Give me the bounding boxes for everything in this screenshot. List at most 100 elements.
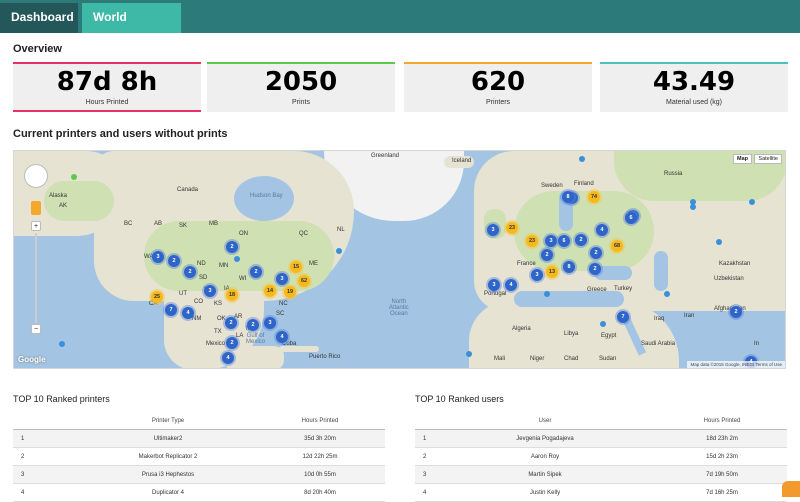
cluster-marker[interactable]: 2 xyxy=(730,306,742,318)
location-pin[interactable] xyxy=(579,156,585,164)
column-header-hours-printed: Hours Printed xyxy=(703,418,741,424)
map-label: Alaska xyxy=(49,193,68,199)
rank-cell: 4 xyxy=(423,490,427,496)
cluster-marker[interactable]: 14 xyxy=(264,285,276,297)
cluster-marker[interactable]: 2 xyxy=(168,255,180,267)
rank-cell: 2 xyxy=(21,454,25,460)
card-top-accent xyxy=(600,62,788,64)
location-pin[interactable] xyxy=(544,291,550,299)
rank-cell: 2 xyxy=(423,454,427,460)
world-map[interactable]: Greenland Iceland Canada Hudson Bay Alas… xyxy=(13,150,786,369)
terms-link[interactable]: Terms of Use xyxy=(755,362,782,367)
hours-printed-cell: 7d 19h 50m xyxy=(706,472,738,478)
cluster-marker[interactable]: 68 xyxy=(611,240,623,252)
cluster-marker[interactable]: 4 xyxy=(596,224,608,236)
cluster-marker[interactable]: 2 xyxy=(590,247,602,259)
cluster-marker[interactable]: 8 xyxy=(563,261,575,273)
rank-cell: 1 xyxy=(21,436,25,442)
cluster-marker[interactable]: 3 xyxy=(488,279,500,291)
location-pin[interactable] xyxy=(466,351,472,359)
cluster-marker[interactable]: 23 xyxy=(506,222,518,234)
map-label: In xyxy=(754,341,760,347)
cluster-marker[interactable]: 2 xyxy=(589,263,601,275)
map-label: North Atlantic Ocean xyxy=(389,299,409,317)
cluster-marker[interactable]: 15 xyxy=(290,261,302,273)
cluster-marker[interactable]: 3 xyxy=(531,269,543,281)
cluster-marker[interactable]: 4 xyxy=(505,279,517,291)
map-label: Russia xyxy=(664,171,683,177)
hours-printed-cell: 15d 2h 23m xyxy=(706,454,738,460)
cluster-marker[interactable]: 4 xyxy=(182,307,194,319)
location-pin[interactable] xyxy=(690,204,696,212)
cluster-marker[interactable]: 2 xyxy=(541,249,553,261)
location-pin[interactable] xyxy=(336,248,342,256)
location-pin[interactable] xyxy=(600,321,606,329)
cluster-marker[interactable]: 2 xyxy=(184,266,196,278)
table-row: 3 Martin Sipek 7d 19h 50m xyxy=(415,466,787,484)
user-name-cell: Justin Kelly xyxy=(529,490,561,496)
map-type-satellite-button[interactable]: Satellite xyxy=(754,154,782,164)
map-label: Iceland xyxy=(452,158,472,164)
map-label: Portugal xyxy=(484,291,507,297)
stat-value: 43.49 xyxy=(652,67,736,97)
cluster-marker[interactable]: 4 xyxy=(222,352,234,364)
location-pin[interactable] xyxy=(234,256,240,264)
feedback-widget-button[interactable] xyxy=(782,481,800,497)
cluster-marker[interactable]: 62 xyxy=(298,275,310,287)
cluster-marker[interactable]: 2 xyxy=(247,319,259,331)
cluster-marker[interactable]: 23 xyxy=(526,235,538,247)
street-view-pegman[interactable] xyxy=(31,201,41,215)
tab-dashboard[interactable]: Dashboard xyxy=(0,3,78,33)
map-label: Mali xyxy=(494,356,506,362)
stat-value: 87d 8h xyxy=(56,67,158,97)
cluster-marker[interactable]: 6 xyxy=(558,235,570,247)
cluster-marker[interactable]: 19 xyxy=(284,286,296,298)
column-header-hours-printed: Hours Printed xyxy=(301,418,339,424)
cluster-marker[interactable]: 2 xyxy=(250,266,262,278)
map-label: Iran xyxy=(684,313,695,319)
top-nav-bar: Dashboard World statistics xyxy=(0,0,800,53)
map-label: Sudan xyxy=(599,356,617,362)
cluster-marker[interactable]: 2 xyxy=(575,234,587,246)
zoom-slider[interactable] xyxy=(35,233,37,323)
cluster-marker[interactable]: 3 xyxy=(545,235,557,247)
tab-world-statistics[interactable]: World statistics xyxy=(82,3,181,53)
zoom-in-button[interactable]: + xyxy=(31,221,41,231)
map-pan-control[interactable] xyxy=(24,164,48,188)
map-label: Sweden xyxy=(541,183,563,189)
cluster-marker[interactable]: 3 xyxy=(152,251,164,263)
location-pin[interactable] xyxy=(716,239,722,247)
table-header: Printer Type Hours Printed xyxy=(13,412,385,430)
cluster-marker[interactable]: 13 xyxy=(546,266,558,278)
cluster-marker[interactable]: 25 xyxy=(151,291,163,303)
map-label: SK xyxy=(179,223,188,229)
location-pin[interactable] xyxy=(664,291,670,299)
location-pin[interactable] xyxy=(59,341,65,349)
cluster-marker[interactable]: 3 xyxy=(264,317,276,329)
map-label: France xyxy=(517,261,536,267)
cluster-marker[interactable]: 6 xyxy=(625,212,637,224)
cluster-marker[interactable]: 3 xyxy=(276,273,288,285)
cluster-marker[interactable]: 4 xyxy=(276,331,288,343)
map-label: Puerto Rico xyxy=(309,354,341,360)
cluster-marker[interactable]: 2 xyxy=(225,317,237,329)
cluster-marker[interactable]: 3 xyxy=(204,285,216,297)
rank-cell: 3 xyxy=(423,472,427,478)
cluster-marker[interactable]: 2 xyxy=(226,241,238,253)
location-pin[interactable] xyxy=(749,199,755,207)
user-name-cell: Jevgenia Pogadajeva xyxy=(516,436,574,442)
zoom-out-button[interactable]: − xyxy=(31,324,41,334)
map-label: MB xyxy=(209,221,218,227)
cluster-marker[interactable]: 2 xyxy=(226,337,238,349)
rank-cell: 4 xyxy=(21,490,25,496)
table-row: 1 Jevgenia Pogadajeva 18d 23h 2m xyxy=(415,430,787,448)
map-marker-icon[interactable] xyxy=(71,174,77,182)
cluster-marker[interactable]: 7 xyxy=(617,311,629,323)
cluster-marker[interactable]: 3 xyxy=(487,224,499,236)
map-type-map-button[interactable]: Map xyxy=(733,154,752,164)
cluster-marker[interactable]: 18 xyxy=(226,289,238,301)
cluster-marker[interactable]: 7 xyxy=(165,304,177,316)
caspian-sea xyxy=(654,251,668,291)
cluster-marker[interactable]: 8 xyxy=(562,191,574,203)
cluster-marker[interactable]: 74 xyxy=(588,191,600,203)
